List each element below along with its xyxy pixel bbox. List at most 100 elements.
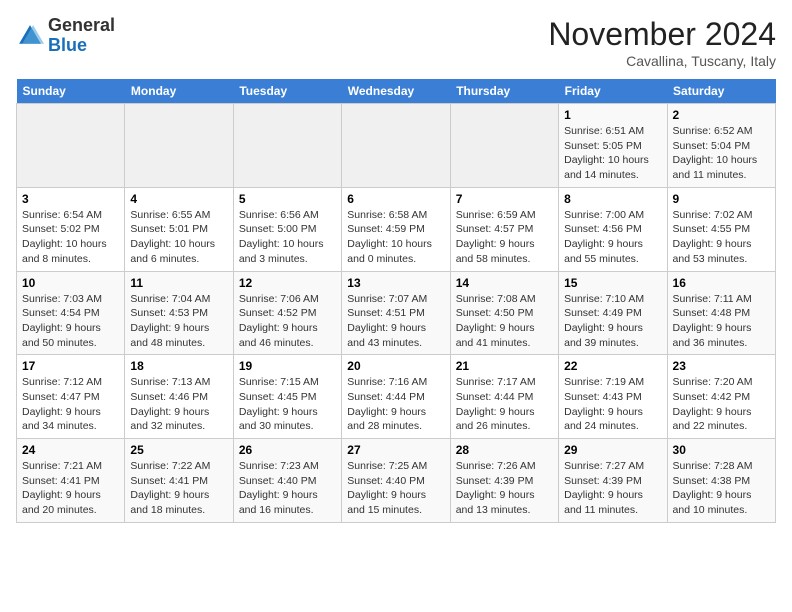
calendar-cell: 27 Sunrise: 7:25 AM Sunset: 4:40 PM Dayli… (342, 439, 450, 523)
day-info: Sunrise: 7:17 AM Sunset: 4:44 PM Dayligh… (456, 375, 553, 434)
day-info: Sunrise: 7:04 AM Sunset: 4:53 PM Dayligh… (130, 292, 227, 351)
calendar-cell (17, 104, 125, 188)
calendar-cell: 21 Sunrise: 7:17 AM Sunset: 4:44 PM Dayli… (450, 355, 558, 439)
day-number: 15 (564, 276, 661, 290)
calendar-cell: 22 Sunrise: 7:19 AM Sunset: 4:43 PM Dayli… (559, 355, 667, 439)
day-number: 13 (347, 276, 444, 290)
calendar-cell: 23Sunrise: 7:20 AM Sunset: 4:42 PM Dayli… (667, 355, 775, 439)
day-number: 24 (22, 443, 119, 457)
day-info: Sunrise: 7:25 AM Sunset: 4:40 PM Dayligh… (347, 459, 444, 518)
calendar-cell: 3 Sunrise: 6:54 AM Sunset: 5:02 PM Daylig… (17, 187, 125, 271)
day-info: Sunrise: 6:54 AM Sunset: 5:02 PM Dayligh… (22, 208, 119, 267)
day-number: 1 (564, 108, 661, 122)
day-number: 21 (456, 359, 553, 373)
calendar-cell: 16Sunrise: 7:11 AM Sunset: 4:48 PM Dayli… (667, 271, 775, 355)
calendar-cell (125, 104, 233, 188)
logo-icon (16, 22, 44, 50)
day-number: 3 (22, 192, 119, 206)
day-info: Sunrise: 7:12 AM Sunset: 4:47 PM Dayligh… (22, 375, 119, 434)
day-number: 17 (22, 359, 119, 373)
calendar-cell: 20Sunrise: 7:16 AM Sunset: 4:44 PM Dayli… (342, 355, 450, 439)
day-header-tuesday: Tuesday (233, 79, 341, 104)
day-info: Sunrise: 7:19 AM Sunset: 4:43 PM Dayligh… (564, 375, 661, 434)
day-header-monday: Monday (125, 79, 233, 104)
day-info: Sunrise: 7:08 AM Sunset: 4:50 PM Dayligh… (456, 292, 553, 351)
calendar-header-row: SundayMondayTuesdayWednesdayThursdayFrid… (17, 79, 776, 104)
calendar-cell (342, 104, 450, 188)
calendar-cell: 11 Sunrise: 7:04 AM Sunset: 4:53 PM Dayli… (125, 271, 233, 355)
calendar-cell: 9Sunrise: 7:02 AM Sunset: 4:55 PM Daylig… (667, 187, 775, 271)
day-info: Sunrise: 7:13 AM Sunset: 4:46 PM Dayligh… (130, 375, 227, 434)
calendar-cell: 28 Sunrise: 7:26 AM Sunset: 4:39 PM Dayli… (450, 439, 558, 523)
calendar-cell: 10 Sunrise: 7:03 AM Sunset: 4:54 PM Dayli… (17, 271, 125, 355)
calendar-cell: 30Sunrise: 7:28 AM Sunset: 4:38 PM Dayli… (667, 439, 775, 523)
day-number: 28 (456, 443, 553, 457)
day-number: 18 (130, 359, 227, 373)
day-info: Sunrise: 7:10 AM Sunset: 4:49 PM Dayligh… (564, 292, 661, 351)
calendar-cell: 8 Sunrise: 7:00 AM Sunset: 4:56 PM Daylig… (559, 187, 667, 271)
calendar-week-2: 3 Sunrise: 6:54 AM Sunset: 5:02 PM Daylig… (17, 187, 776, 271)
day-info: Sunrise: 7:20 AM Sunset: 4:42 PM Dayligh… (673, 375, 770, 434)
day-header-friday: Friday (559, 79, 667, 104)
day-info: Sunrise: 6:56 AM Sunset: 5:00 PM Dayligh… (239, 208, 336, 267)
calendar-cell (233, 104, 341, 188)
calendar-cell: 15 Sunrise: 7:10 AM Sunset: 4:49 PM Dayli… (559, 271, 667, 355)
calendar-cell: 19Sunrise: 7:15 AM Sunset: 4:45 PM Dayli… (233, 355, 341, 439)
calendar-week-4: 17 Sunrise: 7:12 AM Sunset: 4:47 PM Dayli… (17, 355, 776, 439)
day-number: 9 (673, 192, 770, 206)
day-info: Sunrise: 7:06 AM Sunset: 4:52 PM Dayligh… (239, 292, 336, 351)
day-number: 20 (347, 359, 444, 373)
page-header: General Blue November 2024 Cavallina, Tu… (16, 16, 776, 69)
day-number: 5 (239, 192, 336, 206)
day-info: Sunrise: 7:22 AM Sunset: 4:41 PM Dayligh… (130, 459, 227, 518)
calendar-week-1: 1 Sunrise: 6:51 AM Sunset: 5:05 PM Daylig… (17, 104, 776, 188)
calendar-cell: 12 Sunrise: 7:06 AM Sunset: 4:52 PM Dayli… (233, 271, 341, 355)
day-number: 4 (130, 192, 227, 206)
day-info: Sunrise: 7:28 AM Sunset: 4:38 PM Dayligh… (673, 459, 770, 518)
day-number: 26 (239, 443, 336, 457)
calendar-cell: 4 Sunrise: 6:55 AM Sunset: 5:01 PM Daylig… (125, 187, 233, 271)
calendar-cell: 14 Sunrise: 7:08 AM Sunset: 4:50 PM Dayli… (450, 271, 558, 355)
calendar-table: SundayMondayTuesdayWednesdayThursdayFrid… (16, 79, 776, 523)
day-info: Sunrise: 6:59 AM Sunset: 4:57 PM Dayligh… (456, 208, 553, 267)
day-number: 8 (564, 192, 661, 206)
day-number: 29 (564, 443, 661, 457)
day-info: Sunrise: 7:21 AM Sunset: 4:41 PM Dayligh… (22, 459, 119, 518)
day-header-sunday: Sunday (17, 79, 125, 104)
calendar-cell (450, 104, 558, 188)
calendar-cell: 5 Sunrise: 6:56 AM Sunset: 5:00 PM Daylig… (233, 187, 341, 271)
day-number: 22 (564, 359, 661, 373)
calendar-cell: 7Sunrise: 6:59 AM Sunset: 4:57 PM Daylig… (450, 187, 558, 271)
calendar-cell: 13 Sunrise: 7:07 AM Sunset: 4:51 PM Dayli… (342, 271, 450, 355)
day-info: Sunrise: 7:27 AM Sunset: 4:39 PM Dayligh… (564, 459, 661, 518)
calendar-cell: 6 Sunrise: 6:58 AM Sunset: 4:59 PM Daylig… (342, 187, 450, 271)
location-subtitle: Cavallina, Tuscany, Italy (548, 53, 776, 69)
calendar-cell: 1 Sunrise: 6:51 AM Sunset: 5:05 PM Daylig… (559, 104, 667, 188)
day-header-saturday: Saturday (667, 79, 775, 104)
day-number: 6 (347, 192, 444, 206)
day-info: Sunrise: 7:03 AM Sunset: 4:54 PM Dayligh… (22, 292, 119, 351)
day-info: Sunrise: 7:00 AM Sunset: 4:56 PM Dayligh… (564, 208, 661, 267)
day-info: Sunrise: 6:51 AM Sunset: 5:05 PM Dayligh… (564, 124, 661, 183)
day-number: 11 (130, 276, 227, 290)
day-info: Sunrise: 7:26 AM Sunset: 4:39 PM Dayligh… (456, 459, 553, 518)
logo-general: General (48, 16, 115, 36)
calendar-cell: 2Sunrise: 6:52 AM Sunset: 5:04 PM Daylig… (667, 104, 775, 188)
calendar-cell: 26 Sunrise: 7:23 AM Sunset: 4:40 PM Dayli… (233, 439, 341, 523)
calendar-week-3: 10 Sunrise: 7:03 AM Sunset: 4:54 PM Dayli… (17, 271, 776, 355)
day-number: 16 (673, 276, 770, 290)
day-info: Sunrise: 6:55 AM Sunset: 5:01 PM Dayligh… (130, 208, 227, 267)
day-info: Sunrise: 7:23 AM Sunset: 4:40 PM Dayligh… (239, 459, 336, 518)
title-block: November 2024 Cavallina, Tuscany, Italy (548, 16, 776, 69)
day-number: 27 (347, 443, 444, 457)
day-info: Sunrise: 6:58 AM Sunset: 4:59 PM Dayligh… (347, 208, 444, 267)
calendar-body: 1 Sunrise: 6:51 AM Sunset: 5:05 PM Daylig… (17, 104, 776, 523)
day-info: Sunrise: 7:07 AM Sunset: 4:51 PM Dayligh… (347, 292, 444, 351)
day-number: 25 (130, 443, 227, 457)
calendar-cell: 18 Sunrise: 7:13 AM Sunset: 4:46 PM Dayli… (125, 355, 233, 439)
calendar-week-5: 24 Sunrise: 7:21 AM Sunset: 4:41 PM Dayli… (17, 439, 776, 523)
day-number: 10 (22, 276, 119, 290)
month-title: November 2024 (548, 16, 776, 53)
day-number: 12 (239, 276, 336, 290)
day-number: 14 (456, 276, 553, 290)
